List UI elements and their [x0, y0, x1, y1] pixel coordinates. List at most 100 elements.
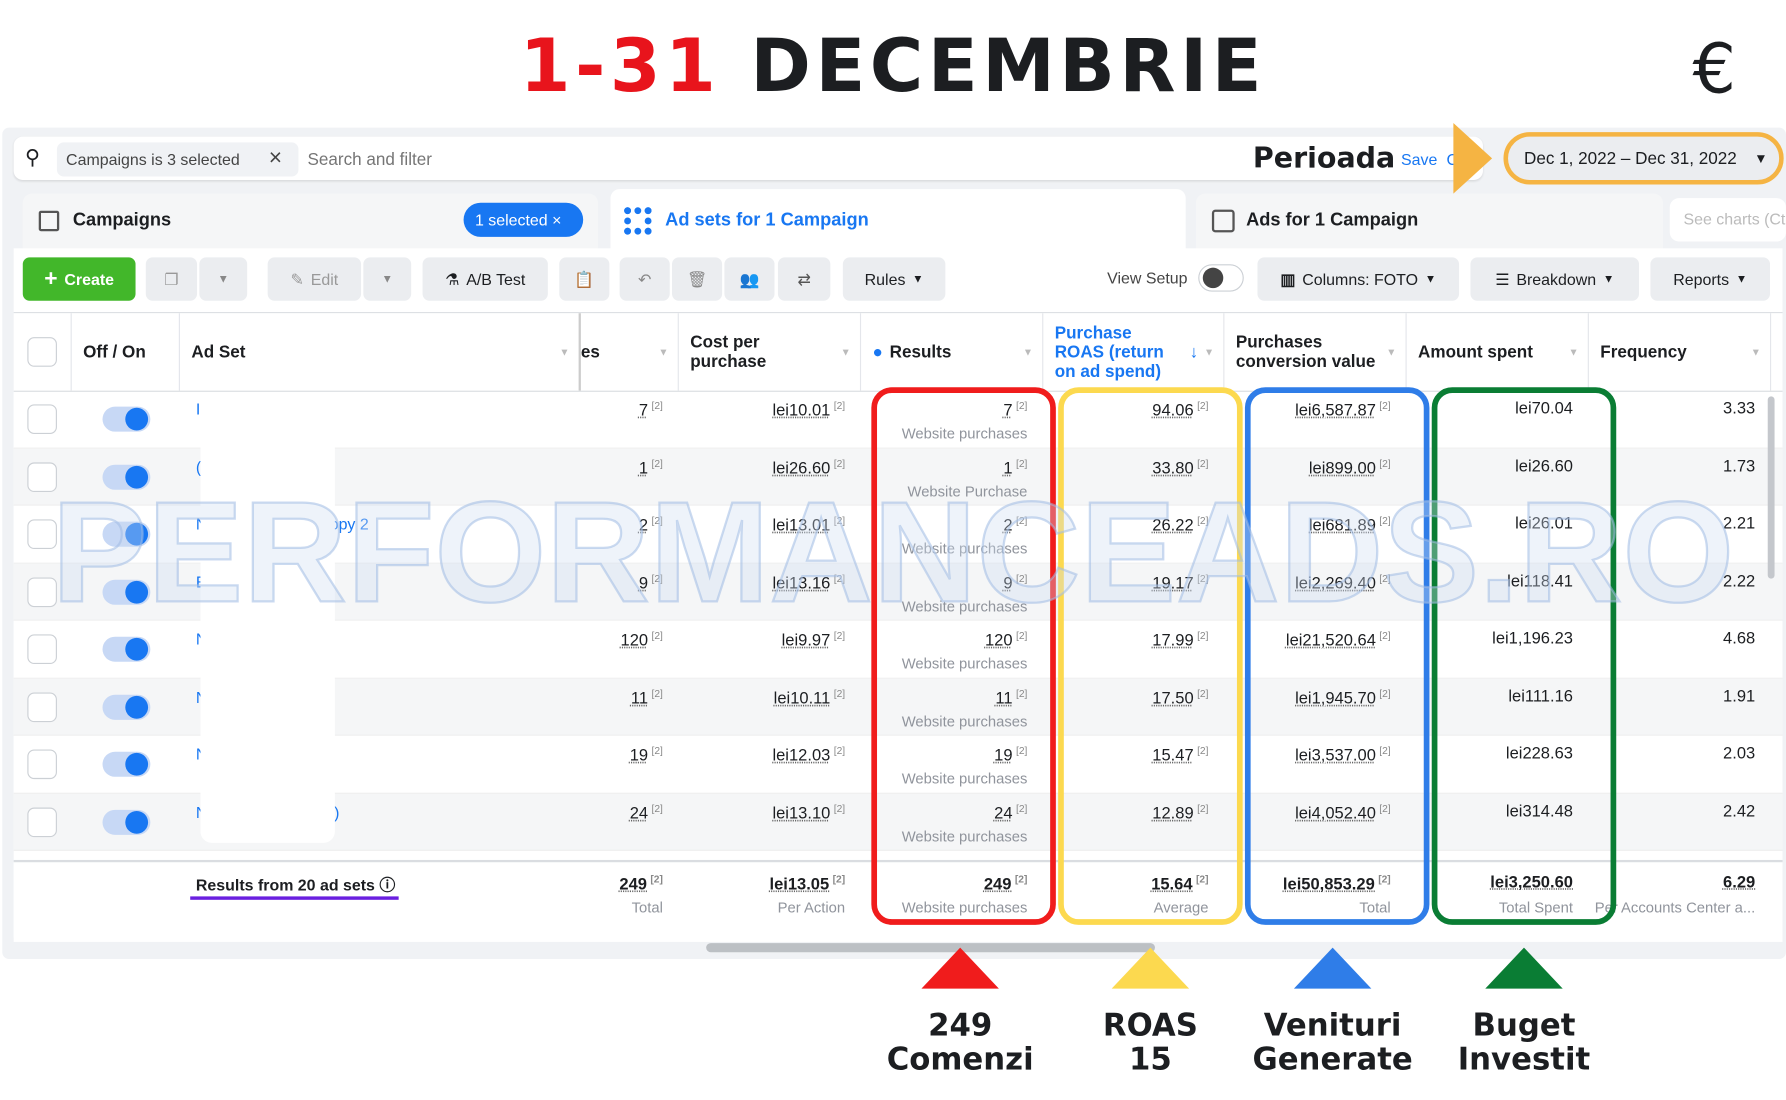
header-conv-value[interactable]: Purchases conversion value ▼: [1224, 313, 1407, 391]
adset-toggle[interactable]: [102, 406, 151, 432]
cell-purchases: 9 [2]: [638, 572, 663, 593]
annotation-label: Buget Investit: [1457, 1008, 1591, 1078]
header-ad-set[interactable]: Ad Set ▼: [180, 313, 581, 391]
reports-button[interactable]: Reports ▼: [1650, 257, 1771, 301]
edit-dropdown[interactable]: ▼: [363, 257, 412, 301]
arrow-up-icon: [1485, 947, 1563, 989]
duplicate-button[interactable]: ❐: [145, 257, 198, 301]
total-purchases-label: Total: [631, 898, 663, 916]
adset-toggle[interactable]: [102, 579, 151, 605]
selected-badge[interactable]: 1 selected ×: [463, 202, 584, 237]
underline-mark: [190, 896, 399, 900]
export-button[interactable]: ⇄: [777, 257, 831, 301]
adset-toggle[interactable]: [102, 636, 151, 662]
adset-toggle[interactable]: [102, 694, 151, 720]
row-checkbox[interactable]: [27, 749, 57, 780]
grid-icon: [624, 206, 652, 235]
highlight-roas: [1058, 387, 1243, 925]
row-checkbox[interactable]: [27, 404, 57, 434]
caret-down-icon: ▼: [1735, 272, 1748, 286]
cell-purchases: 24 [2]: [629, 802, 663, 823]
edit-button[interactable]: ✎ Edit: [267, 257, 362, 301]
create-button[interactable]: + Create: [22, 257, 136, 301]
rules-button[interactable]: Rules ▼: [842, 257, 946, 301]
columns-button[interactable]: ▥ Columns: FOTO ▼: [1257, 257, 1460, 301]
arrow-right-icon: [1453, 123, 1493, 194]
duplicate-dropdown[interactable]: ▼: [199, 257, 248, 301]
adset-toggle[interactable]: [102, 809, 151, 835]
annotation-label: Venituri Generate: [1252, 1008, 1413, 1078]
row-checkbox[interactable]: [27, 461, 57, 492]
undo-button[interactable]: ↶: [619, 257, 670, 301]
duplicate-icon: ❐: [164, 269, 179, 288]
cell-cpp: lei13.16 [2]: [772, 572, 846, 593]
breakdown-button[interactable]: ☰ Breakdown ▼: [1470, 257, 1640, 301]
cell-purchases: 1 [2]: [638, 457, 663, 478]
total-cpp: lei13.05 [2]: [769, 873, 846, 894]
see-charts-button[interactable]: See charts (Ct: [1669, 198, 1786, 242]
adset-toggle[interactable]: [102, 521, 151, 547]
row-checkbox[interactable]: [27, 576, 57, 607]
tab-campaigns[interactable]: Campaigns 1 selected ×: [22, 193, 598, 249]
breakdown-icon: ☰: [1495, 269, 1510, 288]
caret-down-icon: ▼: [912, 272, 924, 286]
caret-down-icon: ▼: [1602, 272, 1615, 286]
filter-chip[interactable]: Campaigns is 3 selected ×: [56, 142, 299, 177]
close-icon[interactable]: ×: [269, 146, 282, 172]
header-purchases[interactable]: es ▼: [581, 313, 679, 391]
header-roas[interactable]: Purchase ROAS (return on ad spend) ↓ ▼: [1043, 313, 1225, 391]
cell-cpp: lei13.10 [2]: [772, 802, 846, 823]
info-icon: ●: [872, 342, 883, 362]
view-setup-label: View Setup: [1107, 268, 1188, 288]
ab-test-button[interactable]: ⚗ A/B Test: [422, 257, 548, 301]
cell-cpp: lei12.03 [2]: [772, 744, 846, 766]
header-amount-spent[interactable]: Amount spent ▼: [1407, 313, 1589, 391]
cell-purchases: 19 [2]: [629, 744, 663, 766]
audience-button[interactable]: 👥: [724, 257, 775, 301]
caret-down-icon: ▼: [1754, 150, 1768, 167]
arrow-up-icon: [1293, 947, 1372, 989]
header-frequency[interactable]: Frequency ▼: [1589, 313, 1772, 391]
tab-ads[interactable]: Ads for 1 Campaign: [1195, 193, 1663, 249]
clipboard-button[interactable]: 📋: [559, 257, 610, 301]
info-icon[interactable]: ⓘ: [379, 876, 395, 894]
clipboard-icon: 📋: [574, 269, 595, 288]
cell-purchases: 120 [2]: [620, 629, 663, 651]
highlight-conv-value: [1244, 387, 1430, 925]
row-checkbox[interactable]: [27, 519, 57, 549]
sort-desc-icon: ↓: [1189, 342, 1199, 362]
date-range-picker[interactable]: Dec 1, 2022 – Dec 31, 2022 ▼: [1503, 132, 1784, 185]
header-cost-per-purchase[interactable]: Cost per purchase ▼: [679, 313, 862, 391]
save-link[interactable]: Save: [1401, 150, 1437, 168]
ad-icon: [1211, 209, 1235, 233]
summary-label: Results from 20 ad sets ⓘ: [195, 875, 396, 895]
arrow-up-icon: [921, 947, 999, 989]
highlight-results: [871, 387, 1056, 925]
folder-icon: [38, 210, 60, 232]
arrow-up-icon: [1111, 947, 1190, 989]
row-checkbox[interactable]: [27, 691, 57, 722]
row-checkbox[interactable]: [27, 634, 57, 665]
undo-icon: ↶: [637, 269, 652, 288]
vertical-scrollbar[interactable]: [1767, 396, 1775, 579]
delete-button[interactable]: 🗑: [672, 257, 723, 301]
adset-toggle[interactable]: [102, 464, 151, 490]
total-cpp-label: Per Action: [777, 898, 846, 916]
flask-icon: ⚗: [445, 269, 460, 288]
header-off-on[interactable]: Off / On: [72, 313, 180, 391]
columns-icon: ▥: [1280, 269, 1296, 288]
annotation-label: ROAS 15: [1102, 1008, 1198, 1078]
tab-adsets[interactable]: Ad sets for 1 Campaign: [610, 189, 1186, 252]
search-input[interactable]: [307, 144, 764, 175]
export-icon: ⇄: [797, 269, 811, 288]
header-results[interactable]: ● Results ▼: [861, 313, 1044, 391]
view-setup-toggle[interactable]: [1198, 264, 1244, 292]
caret-down-icon: ▼: [1424, 272, 1437, 286]
name-mask: [200, 392, 335, 843]
cell-purchases: 7 [2]: [638, 399, 663, 421]
cell-cpp: lei26.60 [2]: [772, 457, 846, 478]
people-icon: 👥: [739, 269, 760, 288]
adset-toggle[interactable]: [102, 751, 151, 777]
row-checkbox[interactable]: [27, 806, 57, 837]
currency-symbol: €: [1692, 29, 1737, 110]
